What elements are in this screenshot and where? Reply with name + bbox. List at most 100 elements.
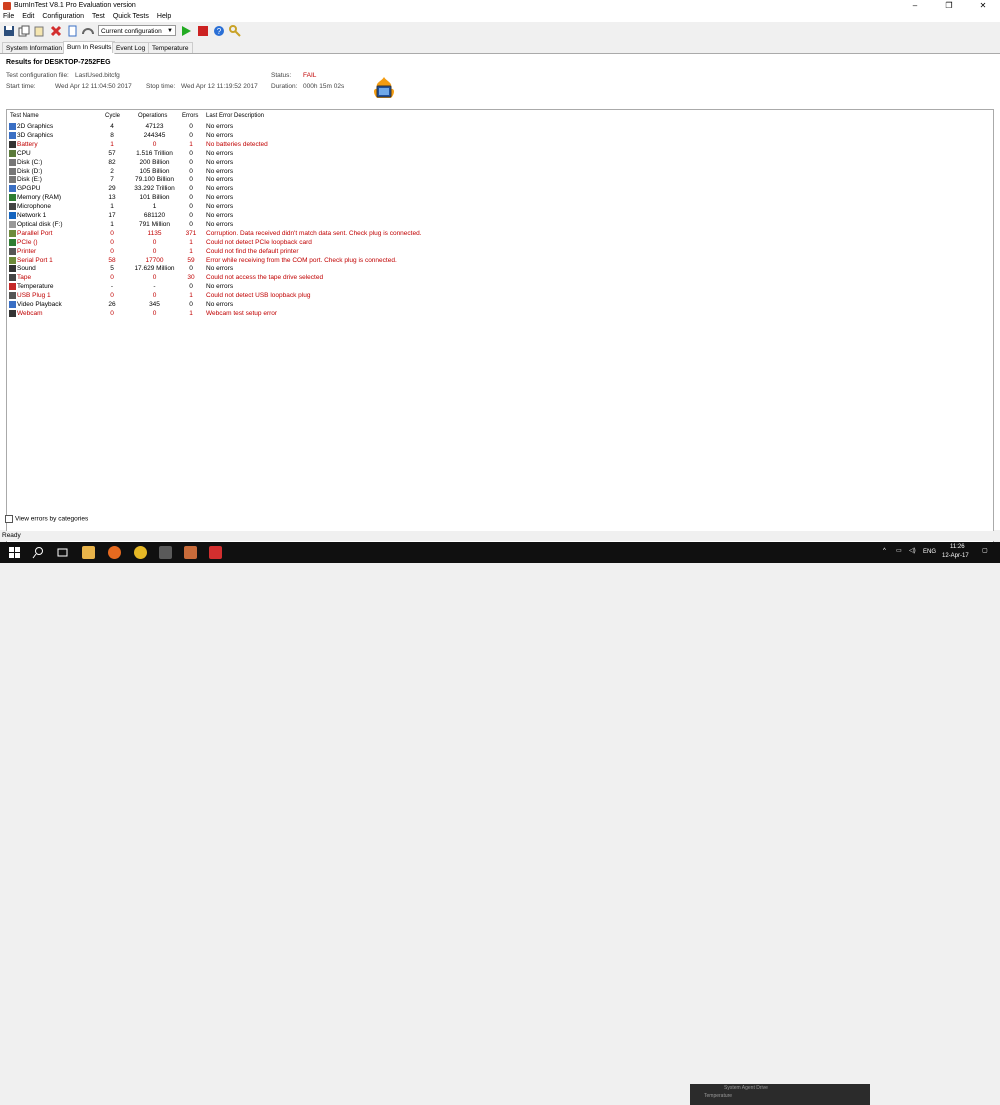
table-row[interactable]: Serial Port 1 58 17700 59 Error while receiv… (7, 256, 993, 265)
last-error-cell: No errors (206, 185, 234, 193)
language-indicator[interactable]: ENG (923, 549, 936, 555)
stop-icon[interactable] (197, 25, 209, 37)
menu-quick-tests[interactable]: Quick Tests (113, 12, 149, 22)
table-row[interactable]: Disk (E:) 7 79.100 Billion 0 No errors (7, 175, 993, 184)
tab-event-log[interactable]: Event Log (112, 42, 150, 53)
test-type-icon (9, 212, 16, 219)
table-row[interactable]: Sound 5 17.629 Million 0 No errors (7, 264, 993, 273)
last-error-cell: No errors (206, 301, 234, 308)
table-row[interactable]: Microphone 1 1 0 No errors (7, 202, 993, 211)
column-header-last-error[interactable]: Last Error Description (206, 113, 264, 119)
table-row[interactable]: Temperature - - 0 No errors (7, 282, 993, 291)
network-icon[interactable]: ▭ (896, 547, 902, 554)
view-errors-label: View errors by categories (15, 515, 89, 523)
test-type-icon (9, 123, 16, 130)
table-row[interactable]: Disk (C:) 82 200 Billion 0 No errors (7, 158, 993, 167)
tab-burn-in-results[interactable]: Burn In Results (63, 41, 116, 54)
column-header-cycle[interactable]: Cycle (105, 113, 120, 119)
column-header-operations[interactable]: Operations (138, 113, 167, 119)
burnintest-taskbar-icon[interactable] (184, 546, 197, 559)
cycle-cell: 1 (110, 220, 114, 228)
last-error-cell: Error while receiving from the COM port.… (206, 256, 397, 264)
save-icon[interactable] (3, 25, 15, 37)
last-error-cell: No errors (206, 158, 234, 166)
cycle-cell: 29 (108, 185, 116, 193)
gauge-icon[interactable] (82, 25, 94, 37)
tab-temperature[interactable]: Temperature (148, 42, 193, 53)
tab-system-information[interactable]: System Information (2, 42, 66, 53)
test-type-icon (9, 238, 16, 246)
start-icon[interactable] (180, 25, 192, 37)
test-type-icon (9, 176, 16, 184)
test-type-icon (9, 140, 16, 148)
burnin-status-icon (371, 76, 397, 102)
flash-app-icon[interactable] (209, 546, 222, 559)
table-row[interactable]: Network 1 17 681120 0 No errors (7, 211, 993, 220)
table-row[interactable]: 3D Graphics 8 244345 0 No errors (7, 131, 993, 140)
column-header-test-name[interactable]: Test Name (10, 113, 39, 119)
test-name-cell: Temperature (17, 283, 54, 291)
menu-file[interactable]: File (3, 12, 14, 22)
menu-help[interactable]: Help (157, 12, 171, 22)
windows-start-icon[interactable] (8, 546, 21, 559)
test-type-icon (9, 167, 16, 175)
clipboard-icon[interactable] (33, 25, 45, 37)
volume-icon[interactable]: ◁) (909, 547, 916, 554)
duration-label: Duration: (271, 83, 298, 90)
table-row[interactable]: GPGPU 29 33.292 Trillion 0 No errors (7, 184, 993, 193)
table-row[interactable]: Video Playback 26 345 0 No errors (7, 300, 993, 309)
search-icon[interactable] (32, 546, 45, 559)
table-row[interactable]: Webcam 0 0 1 Webcam test setup error (7, 309, 993, 318)
menu-configuration[interactable]: Configuration (42, 12, 84, 22)
key-icon[interactable] (229, 25, 241, 37)
chrome-icon[interactable] (134, 546, 147, 559)
chevron-up-icon[interactable]: ^ (883, 548, 886, 554)
operations-cell: - (153, 283, 156, 291)
table-row[interactable]: Disk (D:) 2 105 Billion 0 No errors (7, 167, 993, 176)
table-row[interactable]: USB Plug 1 0 0 1 Could not detect USB loopba… (7, 291, 993, 300)
maximize-button[interactable]: ❐ (932, 0, 966, 12)
last-error-cell: Could not access the tape drive selected (206, 274, 324, 282)
notifications-icon[interactable]: ▢ (982, 547, 988, 554)
help-icon[interactable]: ? (213, 25, 225, 37)
minimize-button[interactable]: – (898, 0, 932, 12)
configuration-select[interactable]: Current configuration ▼ (98, 25, 176, 36)
operations-cell: 17.629 Million (134, 265, 175, 273)
menu-bar: File Edit Configuration Test Quick Tests… (0, 12, 1000, 22)
clock-time[interactable]: 11:26 (950, 544, 965, 550)
table-row[interactable]: Parallel Port 0 1135 371 Corruption. Data re… (7, 229, 993, 238)
operations-cell: 0 (152, 309, 157, 317)
firefox-icon[interactable] (108, 546, 121, 559)
table-row[interactable]: Battery 1 0 1 No batteries detected (7, 140, 993, 149)
app-icon-3[interactable] (159, 546, 172, 559)
errors-cell: 0 (189, 220, 193, 228)
column-header-errors[interactable]: Errors (182, 113, 198, 119)
task-view-icon[interactable] (56, 546, 69, 559)
table-row[interactable]: Tape 0 0 30 Could not access the tape drive … (7, 273, 993, 282)
table-row[interactable]: PCIe () 0 0 1 Could not detect PCIe loopback… (7, 238, 993, 247)
cycle-cell: 17 (108, 212, 116, 219)
close-button[interactable]: ✕ (966, 0, 1000, 12)
table-row[interactable]: Memory (RAM) 13 101 Billion 0 No errors (7, 193, 993, 202)
test-type-icon (9, 283, 16, 291)
table-row[interactable]: Printer 0 0 1 Could not find the default pri… (7, 247, 993, 256)
document-icon[interactable] (66, 25, 78, 37)
test-name-cell: Video Playback (17, 301, 62, 308)
menu-edit[interactable]: Edit (22, 12, 34, 22)
table-row[interactable]: Optical disk (F:) 1 791 Million 0 No errors (7, 220, 993, 229)
test-type-icon (9, 309, 16, 317)
view-errors-checkbox[interactable] (5, 515, 13, 523)
table-row[interactable]: 2D Graphics 4 47123 0 No errors (7, 122, 993, 131)
clear-icon[interactable] (50, 25, 62, 37)
test-name-cell: Tape (17, 274, 32, 282)
start-time-value: Wed Apr 12 11:04:50 2017 (55, 83, 132, 90)
clock-date[interactable]: 12-Apr-17 (942, 553, 969, 559)
menu-test[interactable]: Test (92, 12, 105, 22)
cycle-cell: 0 (110, 292, 114, 300)
copy-icon[interactable] (18, 25, 30, 37)
last-error-cell: No errors (206, 123, 234, 130)
view-errors-by-categories[interactable]: View errors by categories (5, 515, 88, 523)
test-type-icon (9, 256, 16, 264)
table-row[interactable]: CPU 57 1.516 Trillion 0 No errors (7, 149, 993, 158)
file-explorer-icon[interactable] (82, 546, 95, 559)
